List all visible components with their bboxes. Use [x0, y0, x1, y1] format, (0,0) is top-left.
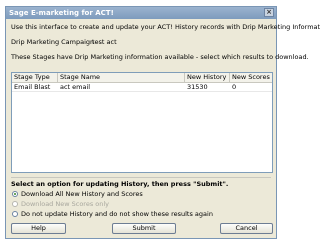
- title-bar: Sage E-marketing for ACT! ×: [6, 7, 276, 19]
- radio-do-not-update-label[interactable]: Do not update History and do not show th…: [21, 210, 213, 218]
- campaign-name: test act: [92, 38, 117, 46]
- radio-download-scores-only-label: Download New Scores only: [21, 200, 110, 208]
- cell-new-history: 31530: [187, 83, 208, 91]
- column-header-new-history[interactable]: New History: [185, 73, 230, 82]
- options-heading: Select an option for updating History, t…: [11, 180, 229, 188]
- column-header-stage-type[interactable]: Stage Type: [12, 73, 58, 82]
- column-header-stage-name[interactable]: Stage Name: [58, 73, 185, 82]
- radio-download-all-label[interactable]: Download All New History and Scores: [21, 190, 143, 198]
- cell-new-scores: 0: [232, 83, 237, 91]
- cell-stage-type: Email Blast: [14, 83, 51, 91]
- stages-table[interactable]: Stage Type Stage Name New History New Sc…: [11, 72, 273, 173]
- intro-text: Use this interface to create and update …: [11, 23, 320, 31]
- close-icon[interactable]: ×: [264, 8, 274, 17]
- cell-stage-name: act email: [60, 83, 91, 91]
- table-header: Stage Type Stage Name New History New Sc…: [12, 73, 272, 83]
- radio-do-not-update[interactable]: [12, 211, 18, 217]
- submit-button[interactable]: Submit: [112, 223, 176, 234]
- stages-text: These Stages have Drip Marketing informa…: [11, 53, 309, 61]
- help-button[interactable]: Help: [11, 223, 66, 234]
- campaign-label: Drip Marketing Campaign -: [11, 38, 99, 46]
- section-divider: [11, 177, 271, 178]
- row-divider: [12, 91, 272, 92]
- column-header-new-scores[interactable]: New Scores: [230, 73, 273, 82]
- cancel-button[interactable]: Cancel: [220, 223, 273, 234]
- radio-download-all[interactable]: [12, 191, 18, 197]
- dialog-window: Sage E-marketing for ACT! × Use this int…: [5, 6, 320, 239]
- window-title: Sage E-marketing for ACT!: [9, 9, 114, 17]
- radio-download-scores-only: [12, 201, 18, 207]
- table-row[interactable]: Email Blast act email 31530 0: [12, 83, 272, 91]
